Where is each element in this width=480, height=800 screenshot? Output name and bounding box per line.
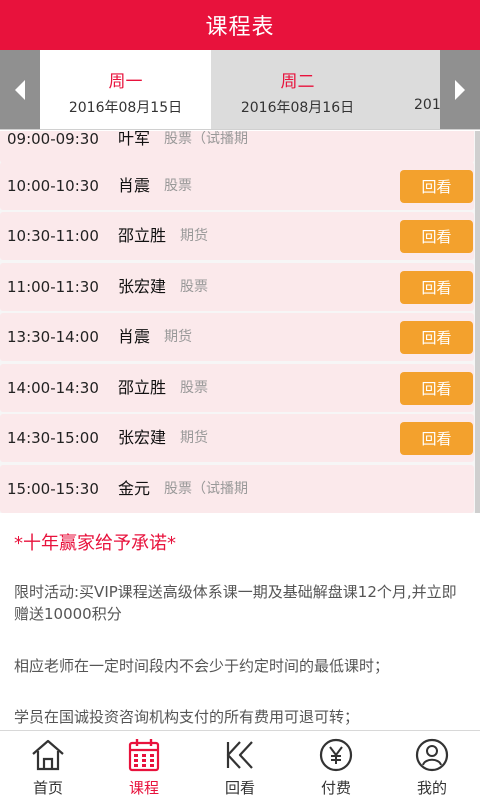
- home-icon: [32, 739, 64, 771]
- replay-button[interactable]: 回看: [400, 271, 473, 304]
- subject-label: 股票: [180, 279, 208, 295]
- schedule-scrollbar[interactable]: [475, 131, 480, 513]
- day-selector: 周一 2016年08月15日 周二 2016年08月16日 201: [0, 50, 480, 130]
- tab-payment[interactable]: 付费: [288, 731, 384, 800]
- day-name: 周二: [280, 72, 315, 92]
- tab-replay[interactable]: 回看: [192, 731, 288, 800]
- day-date: 2016年08月16日: [240, 100, 355, 116]
- promo-title: *十年赢家给予承诺*: [14, 533, 176, 554]
- rewind-icon: [226, 741, 253, 769]
- prev-day-button[interactable]: [0, 50, 40, 129]
- teacher-name: 邵立胜: [118, 226, 167, 245]
- next-day-button[interactable]: [440, 50, 480, 129]
- promo-offer-text: 限时活动:买VIP课程送高级体系课一期及基础解盘课12个月,并立即赠送10000…: [14, 583, 457, 623]
- subject-label: 股票（试播期: [164, 131, 248, 147]
- replay-button[interactable]: 回看: [400, 372, 473, 405]
- tab-label: 课程: [128, 779, 159, 797]
- day-tab-monday[interactable]: 周一 2016年08月15日: [40, 50, 211, 129]
- table-row: 13:30-14:00 肖震 期货 回看: [0, 313, 474, 361]
- tab-label: 我的: [416, 779, 447, 797]
- teacher-name: 张宏建: [118, 277, 167, 296]
- yen-icon: [319, 738, 353, 772]
- user-icon: [415, 738, 449, 772]
- table-row: 14:00-14:30 邵立胜 股票 回看: [0, 364, 474, 412]
- subject-label: 期货: [180, 430, 208, 446]
- time-slot: 15:00-15:30: [7, 480, 99, 498]
- tab-home[interactable]: 首页: [0, 731, 96, 800]
- teacher-name: 肖震: [118, 327, 151, 346]
- promo-refund-text: 学员在国诚投资咨询机构支付的所有费用可退可转；: [14, 708, 360, 726]
- table-row: 15:00-15:30 金元 股票（试播期: [0, 465, 474, 513]
- table-row: 10:30-11:00 邵立胜 期货 回看: [0, 212, 474, 260]
- subject-label: 股票: [164, 178, 192, 194]
- tab-label: 回看: [224, 779, 255, 797]
- table-row: 10:00-10:30 肖震 股票 回看: [0, 162, 474, 210]
- day-date: 2016年08月15日: [68, 100, 183, 116]
- time-slot: 13:30-14:00: [7, 328, 99, 346]
- day-name: 周一: [108, 72, 143, 92]
- promo-section: *十年赢家给予承诺* 限时活动:买VIP课程送高级体系课一期及基础解盘课12个月…: [0, 513, 480, 730]
- calendar-icon: [128, 739, 160, 772]
- time-slot: 09:00-09:30: [7, 131, 99, 148]
- time-slot: 11:00-11:30: [7, 278, 99, 296]
- time-slot: 14:30-15:00: [7, 429, 99, 447]
- tab-label: 付费: [320, 779, 351, 797]
- time-slot: 10:30-11:00: [7, 227, 99, 245]
- replay-button[interactable]: 回看: [400, 170, 473, 203]
- subject-label: 股票: [180, 380, 208, 396]
- replay-button[interactable]: 回看: [400, 220, 473, 253]
- tab-course[interactable]: 课程: [96, 731, 192, 800]
- tab-label: 首页: [32, 779, 63, 797]
- replay-button[interactable]: 回看: [400, 422, 473, 455]
- time-slot: 10:00-10:30: [7, 177, 99, 195]
- promo-guarantee-text: 相应老师在一定时间段内不会少于约定时间的最低课时；: [14, 657, 390, 675]
- teacher-name: 叶军: [118, 131, 151, 148]
- page-title: 课程表: [205, 15, 275, 40]
- table-row: 09:00-09:30 叶军 股票（试播期: [0, 131, 474, 163]
- bottom-tab-bar: 首页 课程 回看 付费 我的: [0, 730, 480, 800]
- subject-label: 股票（试播期: [164, 481, 248, 497]
- time-slot: 14:00-14:30: [7, 379, 99, 397]
- tab-mine[interactable]: 我的: [384, 731, 480, 800]
- chevron-right-icon: [455, 80, 465, 100]
- teacher-name: 金元: [118, 479, 151, 498]
- teacher-name: 邵立胜: [118, 378, 167, 397]
- day-tab-tuesday[interactable]: 周二 2016年08月16日: [211, 50, 384, 129]
- subject-label: 期货: [180, 228, 208, 244]
- chevron-left-icon: [15, 80, 25, 100]
- schedule-list[interactable]: 09:00-09:30 叶军 股票（试播期 10:00-10:30 肖震 股票 …: [0, 131, 480, 513]
- header-bar: 课程表: [0, 0, 480, 50]
- teacher-name: 张宏建: [118, 428, 167, 447]
- replay-button[interactable]: 回看: [400, 321, 473, 354]
- table-row: 11:00-11:30 张宏建 股票 回看: [0, 263, 474, 311]
- subject-label: 期货: [164, 329, 192, 345]
- table-row: 14:30-15:00 张宏建 期货 回看: [0, 414, 474, 462]
- teacher-name: 肖震: [118, 176, 151, 195]
